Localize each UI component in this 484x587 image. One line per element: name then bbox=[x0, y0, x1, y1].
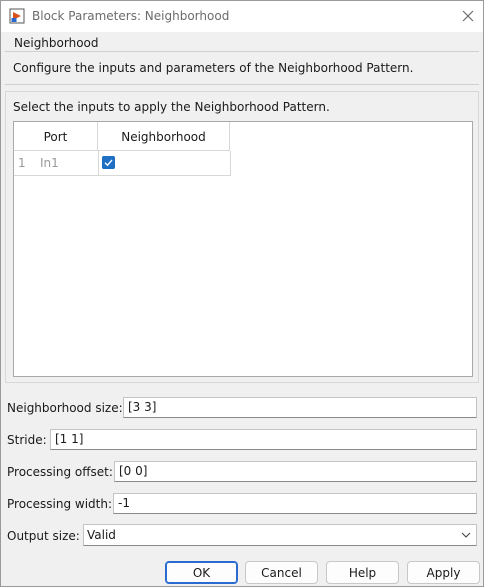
column-header-port[interactable]: Port bbox=[14, 122, 98, 151]
column-divider bbox=[230, 151, 231, 176]
table-row[interactable]: 1 In1 bbox=[14, 151, 231, 176]
inputs-label: Select the inputs to apply the Neighborh… bbox=[13, 100, 330, 114]
cancel-button[interactable]: Cancel bbox=[245, 561, 318, 584]
title-bar[interactable]: Block Parameters: Neighborhood bbox=[1, 1, 483, 32]
processing-offset-field[interactable]: [0 0] bbox=[114, 461, 477, 482]
output-size-value: Valid bbox=[87, 528, 116, 542]
stride-label: Stride: bbox=[7, 433, 47, 447]
description-panel: Configure the inputs and parameters of t… bbox=[5, 51, 479, 85]
stride-field[interactable]: [1 1] bbox=[50, 429, 477, 450]
neighborhood-size-label: Neighborhood size: bbox=[7, 401, 123, 415]
table-header: Port Neighborhood bbox=[14, 122, 230, 151]
neighborhood-checkbox[interactable] bbox=[102, 156, 115, 169]
simulink-block-icon bbox=[9, 8, 25, 24]
apply-button[interactable]: Apply bbox=[407, 561, 480, 584]
column-header-neighborhood-label: Neighborhood bbox=[121, 129, 206, 144]
processing-width-field[interactable]: -1 bbox=[113, 493, 477, 514]
description-text: Configure the inputs and parameters of t… bbox=[13, 61, 414, 75]
close-icon[interactable] bbox=[459, 7, 477, 25]
window-title: Block Parameters: Neighborhood bbox=[32, 9, 230, 23]
row-index: 1 bbox=[18, 156, 26, 170]
column-header-neighborhood[interactable]: Neighborhood bbox=[98, 122, 230, 151]
output-size-label: Output size: bbox=[7, 529, 80, 543]
processing-width-label: Processing width: bbox=[7, 497, 113, 511]
inputs-table[interactable]: Port Neighborhood 1 In1 bbox=[13, 121, 473, 377]
chevron-down-icon bbox=[461, 532, 471, 538]
help-button[interactable]: Help bbox=[326, 561, 399, 584]
row-port-name: In1 bbox=[40, 156, 59, 170]
inputs-panel: Select the inputs to apply the Neighborh… bbox=[5, 91, 479, 383]
column-divider bbox=[98, 151, 99, 176]
ok-button[interactable]: OK bbox=[165, 561, 238, 584]
block-parameters-dialog: Block Parameters: Neighborhood Neighborh… bbox=[0, 0, 484, 587]
neighborhood-size-field[interactable]: [3 3] bbox=[123, 397, 477, 418]
section-title: Neighborhood bbox=[14, 36, 99, 50]
output-size-select[interactable]: Valid bbox=[83, 524, 477, 546]
column-header-port-label: Port bbox=[43, 129, 68, 144]
processing-offset-label: Processing offset: bbox=[7, 465, 113, 479]
